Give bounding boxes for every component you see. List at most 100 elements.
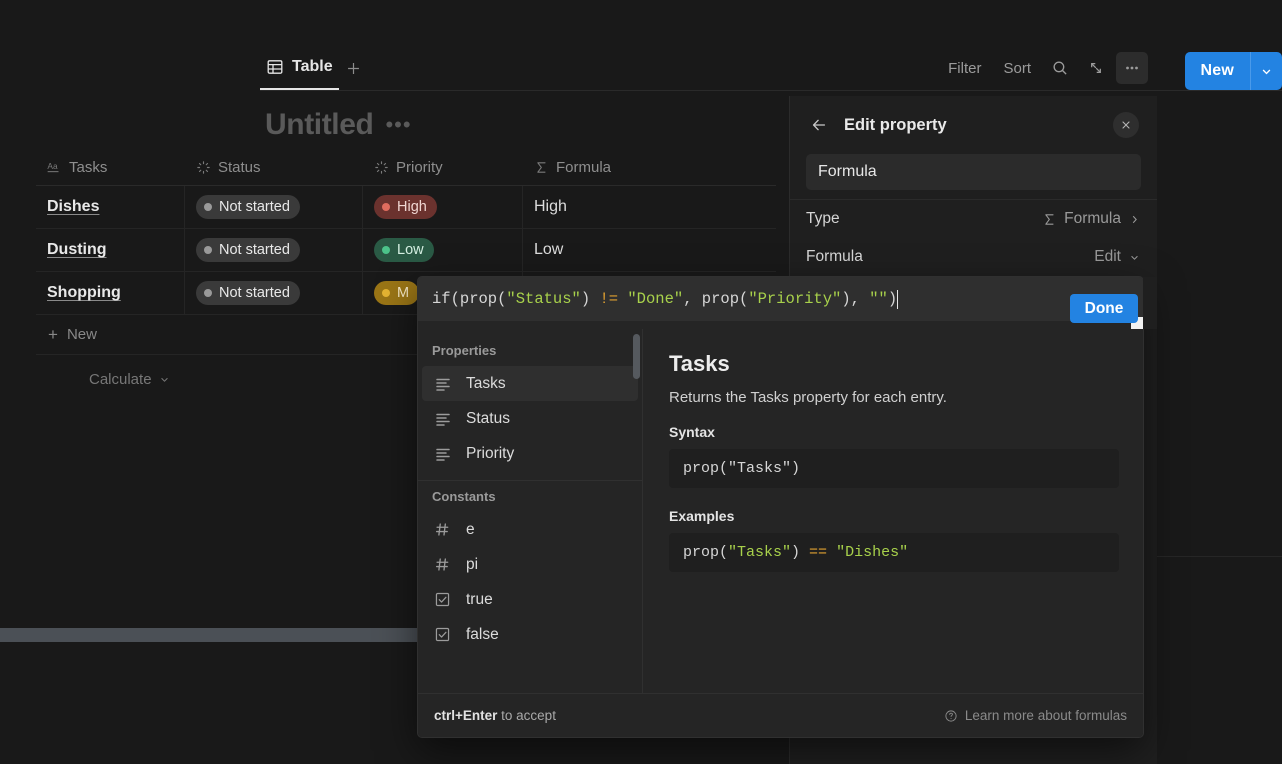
formula-input[interactable]: if(prop("Status") != "Done", prop("Prior… bbox=[418, 277, 1143, 321]
sort-button[interactable]: Sort bbox=[994, 54, 1040, 83]
add-row-label: New bbox=[66, 326, 97, 343]
panel-overlap-cover bbox=[1143, 277, 1157, 329]
priority-dot bbox=[382, 246, 390, 254]
formula-value: Low bbox=[534, 241, 564, 258]
learn-more-link[interactable]: Learn more about formulas bbox=[944, 708, 1127, 723]
text-lines-icon bbox=[434, 410, 452, 428]
suggestion-label: false bbox=[466, 625, 499, 643]
status-badge: Not started bbox=[196, 281, 300, 305]
priority-badge: High bbox=[374, 195, 437, 219]
calculate-row: Calculate bbox=[36, 363, 336, 395]
search-icon[interactable] bbox=[1044, 52, 1076, 84]
accept-hint: ctrl+Enter to accept bbox=[434, 708, 556, 723]
calculate-label: Calculate bbox=[89, 370, 152, 388]
add-view-button[interactable] bbox=[339, 46, 369, 90]
panel-title: Edit property bbox=[844, 115, 947, 134]
cell-priority[interactable]: High bbox=[363, 186, 523, 228]
column-label: Tasks bbox=[69, 159, 108, 176]
ellipsis-icon[interactable] bbox=[1116, 52, 1148, 84]
learn-more-label: Learn more about formulas bbox=[964, 708, 1127, 723]
cell-value: Dishes bbox=[47, 198, 100, 215]
question-circle-icon bbox=[945, 709, 957, 722]
tab-label: Table bbox=[292, 58, 333, 75]
table-row: Dishes Not started High High bbox=[36, 186, 776, 229]
cell-formula[interactable]: Low bbox=[523, 229, 776, 271]
priority-badge: Low bbox=[374, 238, 434, 262]
suggestion-item-priority[interactable]: Priority bbox=[422, 436, 638, 471]
priority-badge: M bbox=[374, 281, 420, 305]
suggestion-item-false[interactable]: false bbox=[422, 617, 638, 652]
page-title-row: Untitled ••• bbox=[265, 108, 412, 142]
property-type-label: Type bbox=[806, 210, 840, 227]
status-label: Not started bbox=[219, 242, 290, 258]
arrow-left-icon[interactable] bbox=[806, 112, 832, 138]
checkbox-icon bbox=[434, 626, 452, 644]
property-name-input[interactable]: Formula bbox=[806, 154, 1141, 190]
text-lines-icon bbox=[434, 375, 452, 393]
checkbox-icon bbox=[434, 591, 452, 609]
property-formula-edit[interactable]: Edit bbox=[1094, 248, 1121, 266]
column-header-formula[interactable]: Formula bbox=[523, 150, 776, 186]
doc-syntax-code: prop("Tasks") bbox=[669, 449, 1119, 488]
doc-description: Returns the Tasks property for each entr… bbox=[669, 389, 947, 406]
tab-strip: Table bbox=[260, 46, 369, 90]
text-aa-icon: Aa bbox=[47, 160, 62, 175]
suggestion-item-tasks[interactable]: Tasks bbox=[422, 366, 638, 401]
formula-input-wrap: if(prop("Status") != "Done", prop("Prior… bbox=[418, 277, 1143, 329]
chevron-right-icon bbox=[1132, 215, 1137, 223]
suggestion-item-true[interactable]: true bbox=[422, 582, 638, 617]
property-formula-row[interactable]: Formula Edit bbox=[806, 238, 1141, 276]
panel-divider bbox=[1157, 556, 1282, 557]
page-menu-icon[interactable]: ••• bbox=[385, 114, 411, 136]
column-header-tasks[interactable]: Aa Tasks bbox=[36, 150, 185, 186]
column-header-priority[interactable]: Priority bbox=[363, 150, 523, 186]
cell-value: Shopping bbox=[47, 284, 121, 301]
column-label: Formula bbox=[556, 159, 612, 176]
table-row: Dusting Not started Low Low bbox=[36, 229, 776, 272]
property-type-value-group: Formula bbox=[1042, 210, 1141, 228]
priority-label: High bbox=[397, 199, 427, 215]
column-header-status[interactable]: Status bbox=[185, 150, 363, 186]
cell-task[interactable]: Dishes bbox=[36, 186, 185, 228]
done-button[interactable]: Done bbox=[1070, 294, 1138, 323]
page-title[interactable]: Untitled bbox=[265, 108, 374, 142]
priority-dot bbox=[382, 289, 390, 297]
status-spinner-icon bbox=[374, 160, 389, 175]
list-scrollbar-thumb[interactable] bbox=[633, 334, 640, 379]
suggestion-item-e[interactable]: e bbox=[422, 512, 638, 547]
close-icon[interactable] bbox=[1113, 112, 1139, 138]
status-label: Not started bbox=[219, 285, 290, 301]
group-divider bbox=[418, 480, 642, 481]
cell-priority[interactable]: Low bbox=[363, 229, 523, 271]
property-type-value: Formula bbox=[1064, 210, 1121, 227]
tab-table[interactable]: Table bbox=[260, 46, 339, 90]
table-header-row: Aa Tasks Status Priority Formula bbox=[36, 150, 776, 186]
status-badge: Not started bbox=[196, 238, 300, 262]
cell-task[interactable]: Dusting bbox=[36, 229, 185, 271]
group-heading-constants: Constants bbox=[432, 489, 496, 504]
table-icon bbox=[266, 58, 284, 76]
cell-status[interactable]: Not started bbox=[185, 186, 363, 228]
cell-status[interactable]: Not started bbox=[185, 272, 363, 314]
status-spinner-icon bbox=[196, 160, 211, 175]
column-label: Status bbox=[218, 159, 261, 176]
priority-label: M bbox=[397, 285, 410, 301]
property-formula-value-group: Edit bbox=[1094, 248, 1141, 266]
suggestion-item-status[interactable]: Status bbox=[422, 401, 638, 436]
chevron-down-icon[interactable] bbox=[1250, 52, 1282, 90]
status-dot bbox=[204, 203, 212, 211]
svg-text:Aa: Aa bbox=[47, 161, 58, 171]
suggestion-label: Status bbox=[466, 409, 510, 427]
cell-formula[interactable]: High bbox=[523, 186, 776, 228]
hash-icon bbox=[434, 521, 452, 539]
expand-icon[interactable] bbox=[1080, 52, 1112, 84]
cell-task[interactable]: Shopping bbox=[36, 272, 185, 314]
cell-status[interactable]: Not started bbox=[185, 229, 363, 271]
doc-title: Tasks bbox=[669, 351, 730, 376]
calculate-button[interactable]: Calculate bbox=[89, 363, 171, 395]
filter-button[interactable]: Filter bbox=[939, 54, 990, 83]
property-type-row[interactable]: Type Formula bbox=[806, 200, 1141, 238]
suggestion-item-pi[interactable]: pi bbox=[422, 547, 638, 582]
new-button[interactable]: New bbox=[1185, 52, 1251, 90]
suggestion-label: pi bbox=[466, 555, 479, 573]
